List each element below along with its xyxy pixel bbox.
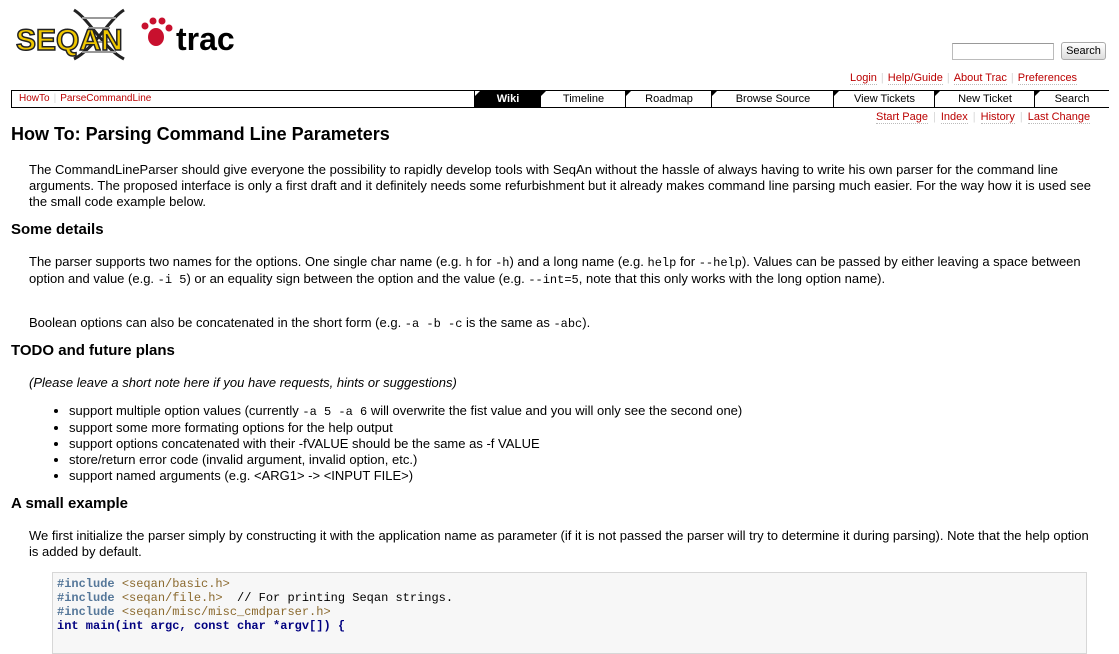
index-link[interactable]: Index <box>940 111 968 124</box>
text: ). <box>582 315 591 330</box>
todo-list: support multiple option values (currentl… <box>29 403 1099 484</box>
list-item: support named arguments (e.g. <ARG1> -> … <box>69 468 1099 484</box>
details-paragraph: The parser supports two names for the op… <box>29 254 1099 288</box>
separator: | <box>53 93 57 104</box>
inline-code: --help <box>698 256 742 270</box>
help-guide-link[interactable]: Help/Guide <box>887 72 943 85</box>
breadcrumb: HowTo | ParseCommandLine <box>19 93 151 105</box>
tab-corner-icon <box>475 91 480 96</box>
breadcrumb-howto[interactable]: HowTo <box>19 93 50 104</box>
tab-new-ticket[interactable]: New Ticket <box>934 91 1035 107</box>
code-token: <seqan/basic.h> <box>121 577 230 591</box>
inline-code: -abc <box>553 317 583 331</box>
breadcrumb-parsecommandline[interactable]: ParseCommandLine <box>60 93 151 104</box>
history-link[interactable]: History <box>980 111 1015 124</box>
page-title: How To: Parsing Command Line Parameters <box>11 124 390 144</box>
list-item: support options concatenated with their … <box>69 436 1099 452</box>
tab-label: Roadmap <box>645 93 693 105</box>
text: Boolean options can also be concatenated… <box>29 315 405 330</box>
inline-code: -h <box>495 256 510 270</box>
inline-code: --int=5 <box>528 273 579 287</box>
code-token: // For printing Seqan strings. <box>222 591 454 605</box>
inline-code: help <box>647 256 677 270</box>
tab-wiki[interactable]: Wiki <box>474 91 541 107</box>
last-change-link[interactable]: Last Change <box>1027 111 1091 124</box>
tab-label: New Ticket <box>958 93 1012 105</box>
tab-corner-icon <box>935 91 940 96</box>
code-token: <seqan/file.h> <box>121 591 223 605</box>
tab-label: Wiki <box>496 93 520 105</box>
list-item: store/return error code (invalid argumen… <box>69 452 1099 468</box>
code-token: <seqan/misc/misc_cmdparser.h> <box>121 605 331 619</box>
todo-note: (Please leave a short note here if you h… <box>29 375 1099 391</box>
tab-label: Timeline <box>562 93 605 105</box>
start-page-link[interactable]: Start Page <box>876 111 928 124</box>
tab-corner-icon <box>834 91 839 96</box>
italic-note: (Please leave a short note here if you h… <box>29 375 457 390</box>
example-intro: We first initialize the parser simply by… <box>29 528 1089 559</box>
text: is the same as <box>462 315 554 330</box>
code-block: #include <seqan/basic.h> #include <seqan… <box>52 572 1087 654</box>
inline-code: -a 5 -a 6 <box>302 405 368 419</box>
meta-nav: Login | Help/Guide | About Trac | Preferences <box>850 72 1078 86</box>
tab-search[interactable]: Search <box>1034 91 1109 107</box>
text: ) and a long name (e.g. <box>509 254 648 269</box>
heading-todo: TODO and future plans <box>11 342 175 359</box>
preferences-link[interactable]: Preferences <box>1017 72 1078 85</box>
tab-corner-icon <box>626 91 631 96</box>
boolean-paragraph: Boolean options can also be concatenated… <box>29 315 1099 332</box>
tab-label: Search <box>1054 93 1090 105</box>
code-token: #include <box>57 605 115 619</box>
tab-roadmap[interactable]: Roadmap <box>625 91 712 107</box>
tab-label: Browse Source <box>735 93 811 105</box>
text: for <box>472 254 496 269</box>
text: The parser supports two names for the op… <box>29 254 466 269</box>
tab-label: View Tickets <box>854 93 915 105</box>
text: will overwrite the fist value and you wi… <box>367 403 743 418</box>
list-item: support multiple option values (currentl… <box>69 403 1099 420</box>
context-nav: Start Page | Index | History | Last Change <box>876 111 1091 125</box>
inline-code: -a -b -c <box>404 317 463 331</box>
login-link[interactable]: Login <box>850 72 877 85</box>
tab-corner-icon <box>541 91 546 96</box>
text: support multiple option values (currentl… <box>69 403 303 418</box>
heading-small-example: A small example <box>11 495 129 512</box>
search-button[interactable]: Search <box>1061 42 1106 60</box>
intro-paragraph: The CommandLineParser should give everyo… <box>29 162 1091 209</box>
code-token: #include <box>57 591 115 605</box>
tab-corner-icon <box>712 91 717 96</box>
separator: | <box>946 72 950 84</box>
inline-code: -i 5 <box>157 273 187 287</box>
list-item: support some more formating options for … <box>69 420 1099 436</box>
code-token: #include <box>57 577 115 591</box>
separator: | <box>932 111 936 123</box>
code-token: int main(int argc, const char *argv[]) { <box>57 619 346 633</box>
tab-timeline[interactable]: Timeline <box>540 91 626 107</box>
svg-text:trac: trac <box>176 21 235 57</box>
seqan-trac-logo[interactable]: SEQAN trac <box>14 4 244 64</box>
separator: | <box>1019 111 1023 123</box>
inline-code: h <box>465 256 473 270</box>
heading-some-details: Some details <box>11 221 104 238</box>
text: , note that this only works with the lon… <box>578 271 886 286</box>
text: ) or an equality sign between the option… <box>186 271 529 286</box>
separator: | <box>972 111 976 123</box>
text: for <box>676 254 699 269</box>
tab-corner-icon <box>1035 91 1040 96</box>
main-nav-bar: HowTo | ParseCommandLine Wiki Timeline Roa… <box>11 90 1109 108</box>
search-input[interactable] <box>952 43 1054 60</box>
separator: | <box>1010 72 1014 84</box>
separator: | <box>880 72 884 84</box>
about-trac-link[interactable]: About Trac <box>953 72 1007 85</box>
tab-view-tickets[interactable]: View Tickets <box>833 91 935 107</box>
tab-browse-source[interactable]: Browse Source <box>711 91 834 107</box>
svg-text:SEQAN: SEQAN <box>16 24 123 57</box>
